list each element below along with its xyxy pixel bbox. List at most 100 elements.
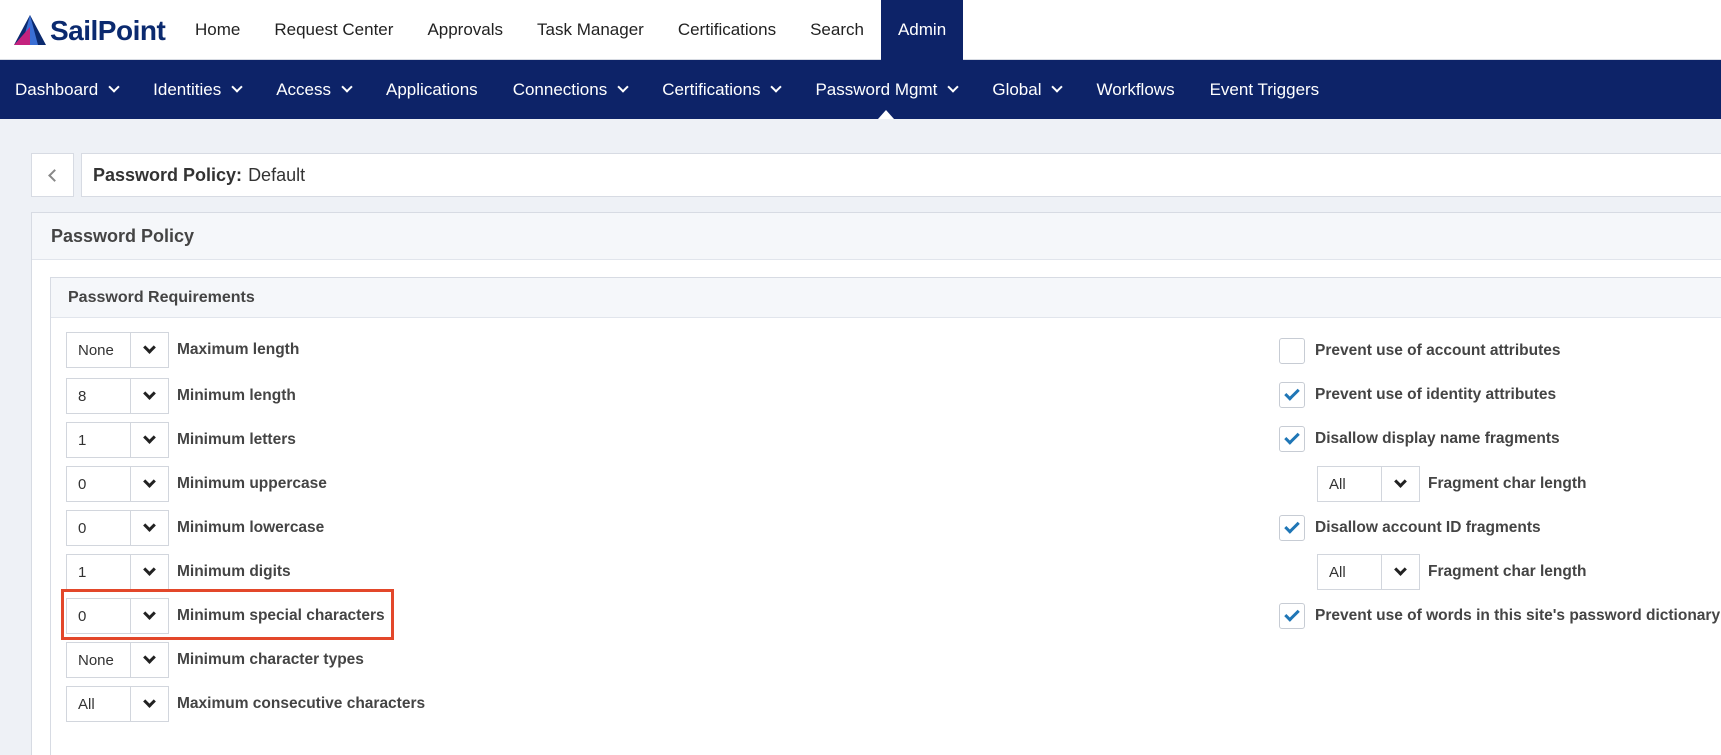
select-value: None: [67, 643, 131, 677]
select-value: All: [67, 687, 131, 721]
subnav-label: Dashboard: [15, 79, 99, 99]
topnav-approvals[interactable]: Approvals: [410, 0, 520, 60]
minimum-character-types-row: None Minimum character types: [66, 642, 364, 678]
minimum-lowercase-row: 0 Minimum lowercase: [66, 510, 324, 546]
subnav-label: Certifications: [662, 79, 761, 99]
maximum-length-row: None Maximum length: [66, 332, 299, 368]
disallow-display-name-fragments-label: Disallow display name fragments: [1315, 430, 1560, 447]
minimum-lowercase-label: Minimum lowercase: [177, 519, 325, 536]
subnav-password-mgmt[interactable]: Password Mgmt: [815, 60, 960, 119]
disallow-account-id-fragments-row: Disallow account ID fragments: [1279, 510, 1541, 546]
subnav-label: Global: [992, 79, 1042, 99]
subnav-workflows[interactable]: Workflows: [1096, 60, 1174, 119]
select-value: All: [1318, 555, 1382, 589]
top-nav: Home Request Center Approvals Task Manag…: [178, 0, 964, 60]
subnav-label: Workflows: [1096, 79, 1175, 99]
minimum-letters-row: 1 Minimum letters: [66, 422, 296, 458]
prevent-dictionary-words-label: Prevent use of words in this site's pass…: [1315, 607, 1721, 624]
prevent-account-attributes-checkbox[interactable]: [1279, 338, 1305, 364]
select-value: 1: [67, 423, 131, 457]
subnav-global[interactable]: Global: [992, 60, 1064, 119]
chevron-down-icon: [231, 81, 243, 93]
disallow-account-id-fragments-checkbox[interactable]: [1279, 515, 1305, 541]
prevent-identity-attributes-label: Prevent use of identity attributes: [1315, 386, 1557, 403]
subnav-label: Password Mgmt: [815, 79, 938, 99]
topnav-request-center[interactable]: Request Center: [257, 0, 410, 60]
topnav-task-manager[interactable]: Task Manager: [520, 0, 661, 60]
panel-title: Password Policy: [32, 213, 1721, 260]
logo-text: SailPoint: [50, 15, 166, 46]
subnav-label: Access: [276, 79, 332, 99]
subnav-identities[interactable]: Identities: [153, 60, 243, 119]
minimum-special-characters-row: 0 Minimum special characters: [66, 598, 385, 634]
disallow-display-name-fragments-row: Disallow display name fragments: [1279, 421, 1560, 457]
select-value: 8: [67, 379, 131, 413]
select-value: 0: [67, 467, 131, 501]
maximum-length-label: Maximum length: [177, 341, 300, 358]
chevron-down-icon: [108, 81, 120, 93]
select-value: 0: [67, 511, 131, 545]
topnav-certifications[interactable]: Certifications: [661, 0, 793, 60]
minimum-length-label: Minimum length: [177, 387, 296, 404]
checkmark-icon: [1284, 385, 1300, 401]
prevent-identity-attributes-checkbox[interactable]: [1279, 382, 1305, 408]
minimum-uppercase-select[interactable]: 0: [66, 466, 169, 502]
prevent-dictionary-words-row: Prevent use of words in this site's pass…: [1279, 598, 1720, 634]
subnav-dashboard[interactable]: Dashboard: [15, 60, 120, 119]
maximum-consecutive-characters-label: Maximum consecutive characters: [177, 695, 426, 712]
disallow-account-id-fragments-label: Disallow account ID fragments: [1315, 519, 1541, 536]
page-title-bar: Password Policy: Default: [81, 153, 1721, 197]
minimum-length-select[interactable]: 8: [66, 378, 169, 414]
chevron-down-icon: [143, 695, 156, 708]
minimum-character-types-select[interactable]: None: [66, 642, 169, 678]
sailpoint-logo-icon: [14, 15, 46, 45]
display-name-fragment-length-select[interactable]: All: [1317, 466, 1420, 502]
chevron-down-icon: [143, 387, 156, 400]
subnav-access[interactable]: Access: [276, 60, 353, 119]
fragment-char-length-label: Fragment char length: [1428, 563, 1587, 580]
minimum-special-characters-select[interactable]: 0: [66, 598, 169, 634]
account-id-fragment-length-row: All Fragment char length: [1317, 554, 1586, 590]
minimum-letters-select[interactable]: 1: [66, 422, 169, 458]
minimum-length-row: 8 Minimum length: [66, 378, 296, 414]
chevron-down-icon: [143, 475, 156, 488]
subnav-certifications[interactable]: Certifications: [662, 60, 783, 119]
chevron-down-icon: [143, 341, 156, 354]
minimum-uppercase-row: 0 Minimum uppercase: [66, 466, 327, 502]
subnav-label: Identities: [153, 79, 222, 99]
chevron-down-icon: [617, 81, 629, 93]
minimum-digits-row: 1 Minimum digits: [66, 554, 291, 590]
maximum-length-select[interactable]: None: [66, 332, 169, 368]
chevron-down-icon: [143, 607, 156, 620]
fragment-char-length-label: Fragment char length: [1428, 475, 1587, 492]
chevron-down-icon: [143, 519, 156, 532]
disallow-display-name-fragments-checkbox[interactable]: [1279, 426, 1305, 452]
maximum-consecutive-characters-select[interactable]: All: [66, 686, 169, 722]
checkmark-icon: [1284, 606, 1300, 622]
chevron-down-icon: [341, 81, 353, 93]
back-button[interactable]: [31, 153, 74, 197]
topnav-search[interactable]: Search: [793, 0, 881, 60]
topnav-admin[interactable]: Admin: [880, 0, 964, 60]
account-id-fragment-length-select[interactable]: All: [1317, 554, 1420, 590]
subnav-applications[interactable]: Applications: [386, 60, 478, 119]
chevron-down-icon: [143, 651, 156, 664]
minimum-lowercase-select[interactable]: 0: [66, 510, 169, 546]
select-value: 0: [67, 599, 131, 633]
chevron-down-icon: [770, 81, 783, 93]
subnav-event-triggers[interactable]: Event Triggers: [1210, 60, 1320, 119]
chevron-down-icon: [1394, 475, 1407, 488]
prevent-dictionary-words-checkbox[interactable]: [1279, 603, 1305, 629]
minimum-uppercase-label: Minimum uppercase: [177, 475, 327, 492]
prevent-identity-attributes-row: Prevent use of identity attributes: [1279, 377, 1556, 413]
prevent-account-attributes-label: Prevent use of account attributes: [1315, 342, 1561, 359]
select-value: 1: [67, 555, 131, 589]
topnav-home[interactable]: Home: [178, 0, 257, 60]
sailpoint-logo[interactable]: SailPoint: [14, 14, 166, 48]
subnav-connections[interactable]: Connections: [513, 60, 629, 119]
minimum-digits-label: Minimum digits: [177, 563, 291, 580]
chevron-down-icon: [947, 81, 960, 93]
minimum-digits-select[interactable]: 1: [66, 554, 169, 590]
minimum-letters-label: Minimum letters: [177, 431, 296, 448]
section-title: Password Requirements: [51, 278, 1721, 318]
